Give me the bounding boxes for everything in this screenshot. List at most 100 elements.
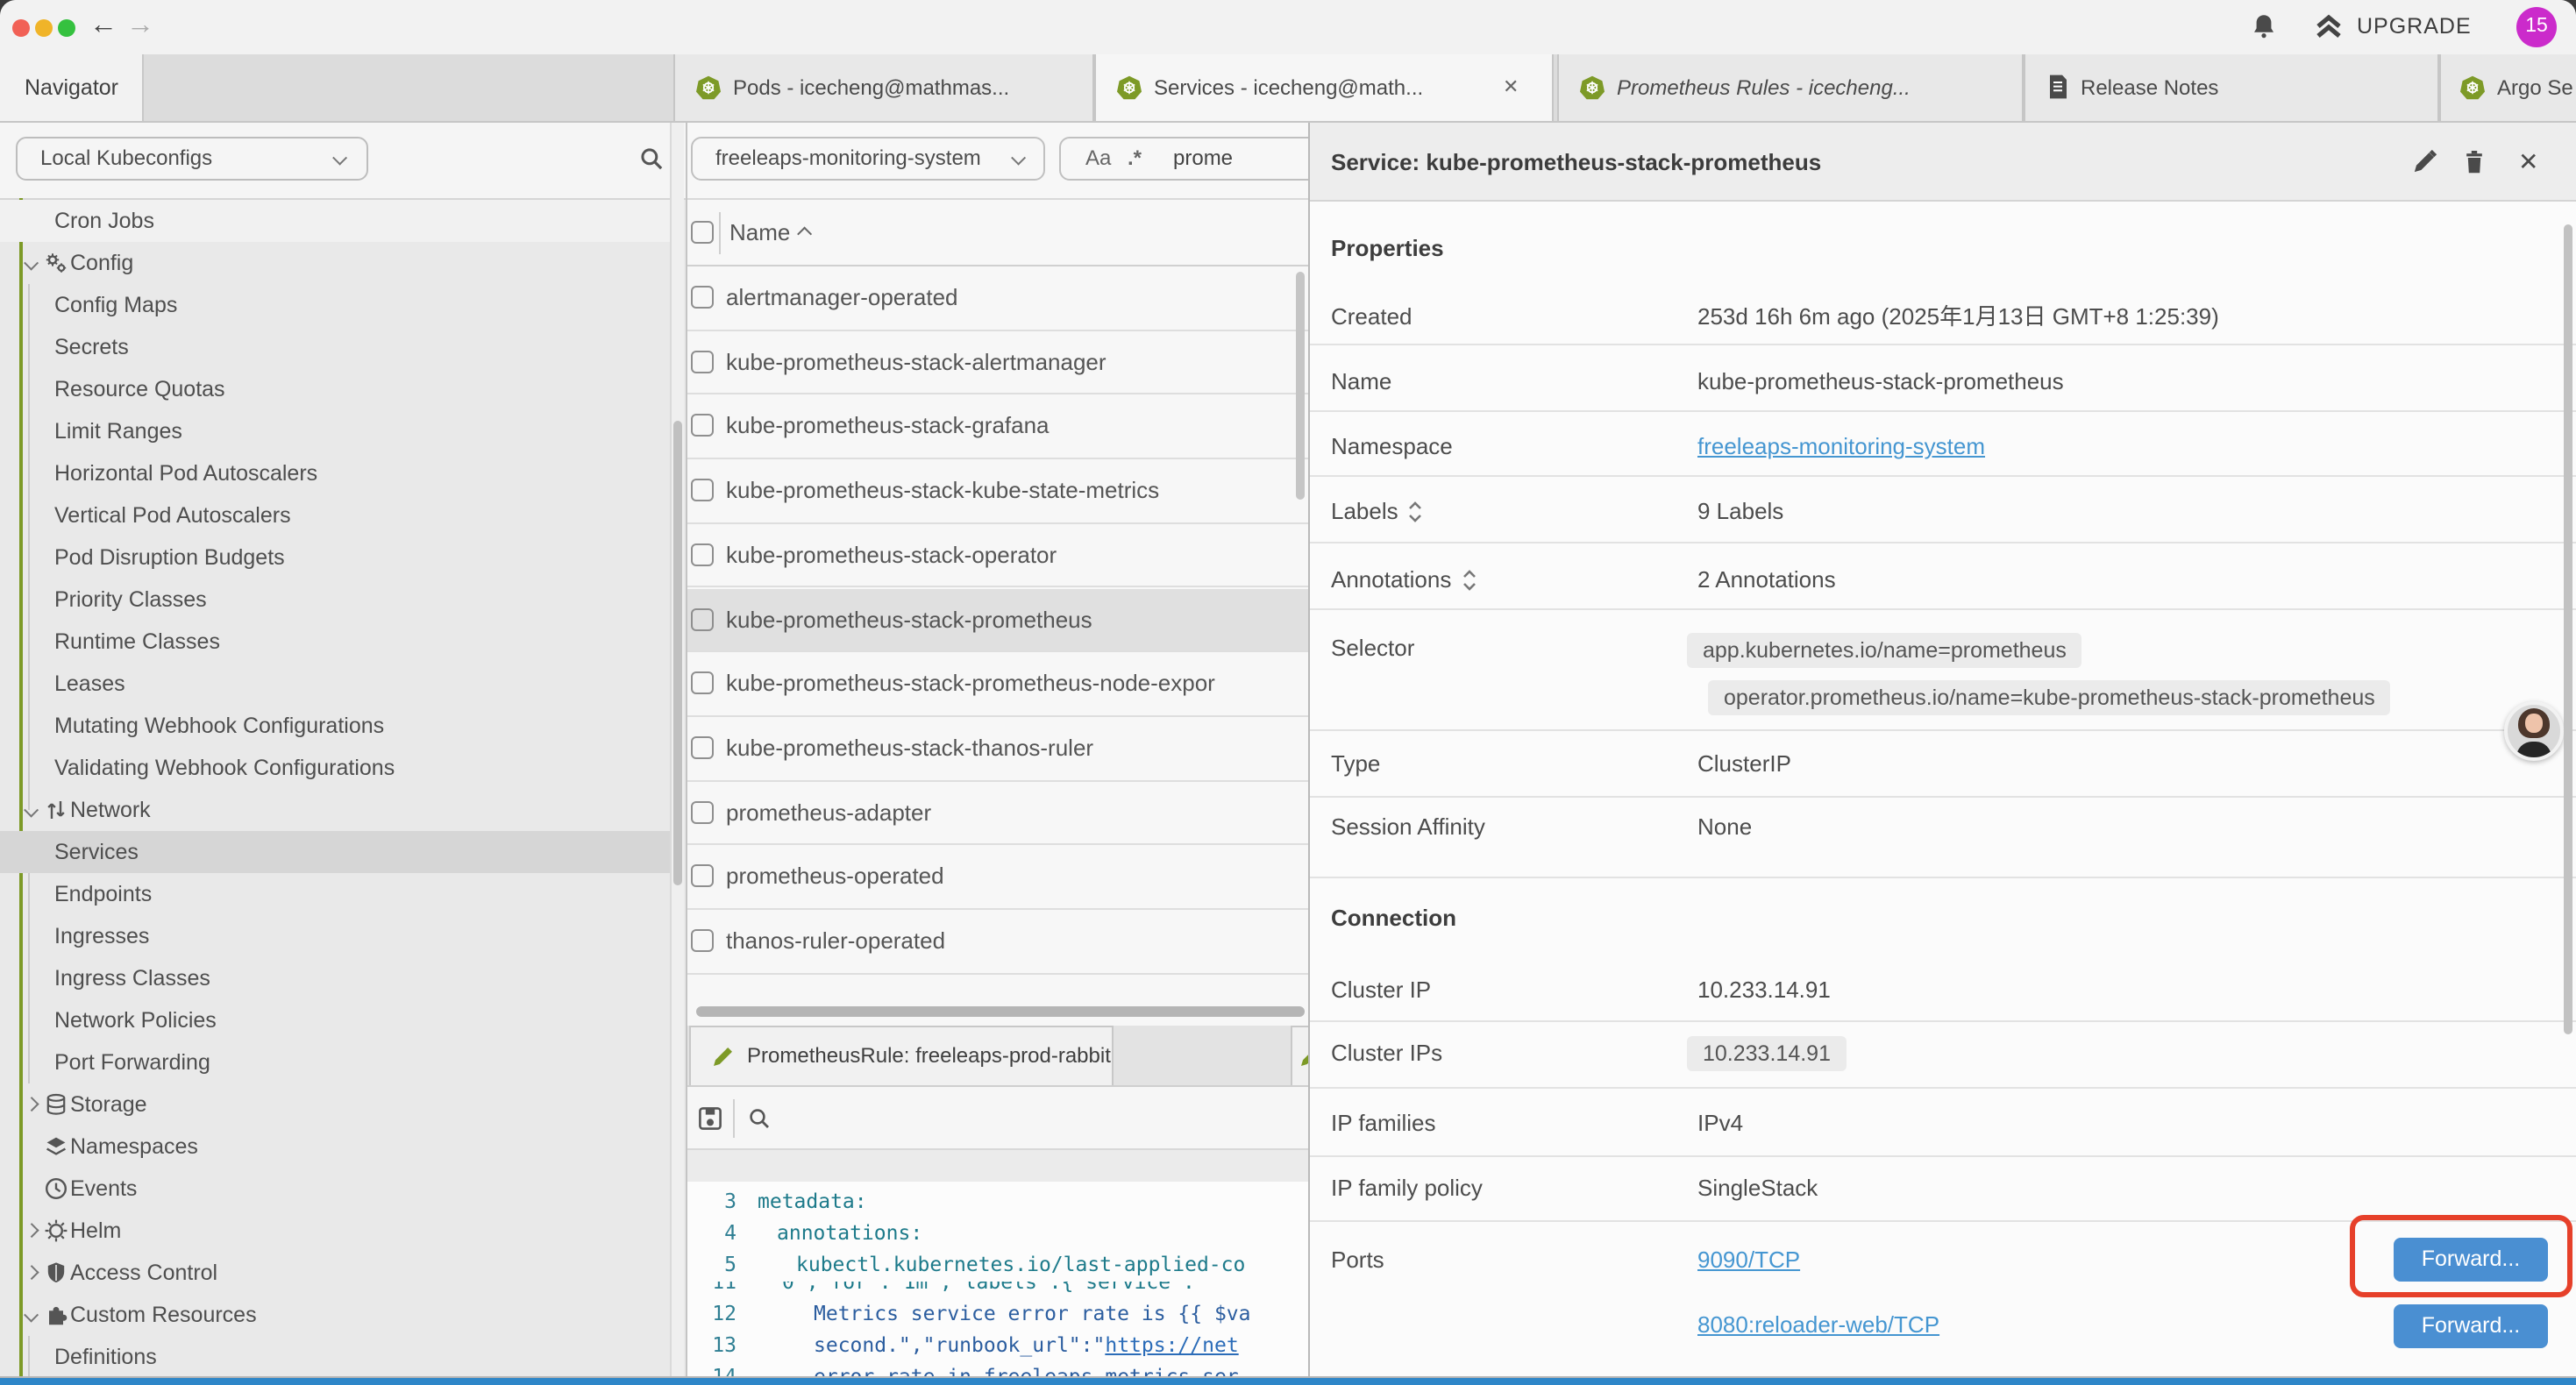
row-checkbox[interactable] bbox=[691, 671, 714, 694]
table-row[interactable]: kube-prometheus-stack-alertmanager bbox=[687, 330, 1308, 394]
sidebar-item-cron-jobs[interactable]: Cron Jobs bbox=[0, 200, 672, 242]
sidebar-item-secrets[interactable]: Secrets bbox=[0, 326, 672, 368]
save-icon[interactable] bbox=[698, 1106, 722, 1131]
edit-pencil-icon[interactable] bbox=[2411, 149, 2437, 175]
minimize-window-button[interactable] bbox=[35, 18, 53, 36]
tab-services[interactable]: Services - icecheng@math... ✕ bbox=[1094, 54, 1554, 121]
sidebar-item-limit-ranges[interactable]: Limit Ranges bbox=[0, 410, 672, 452]
row-checkbox[interactable] bbox=[691, 929, 714, 952]
row-checkbox[interactable] bbox=[691, 479, 714, 501]
sidebar-item-runtime-classes[interactable]: Runtime Classes bbox=[0, 621, 672, 663]
table-row[interactable]: prometheus-adapter bbox=[687, 781, 1308, 845]
table-row[interactable]: kube-prometheus-stack-kube-state-metrics bbox=[687, 459, 1308, 523]
search-input[interactable]: Aa .* prome bbox=[1059, 137, 1308, 181]
forward-arrow-icon[interactable]: → bbox=[126, 7, 154, 46]
sidebar-item-leases[interactable]: Leases bbox=[0, 663, 672, 705]
editor-tab-partial[interactable] bbox=[1290, 1026, 1308, 1085]
labels-value[interactable]: 9 Labels bbox=[1697, 496, 1783, 528]
namespace-link[interactable]: freeleaps-monitoring-system bbox=[1697, 431, 1985, 463]
sidebar-scrollbar-thumb[interactable] bbox=[673, 421, 682, 885]
row-checkbox[interactable] bbox=[691, 865, 714, 888]
cluster-ip-label: Cluster IP bbox=[1331, 975, 1431, 1006]
row-checkbox[interactable] bbox=[691, 736, 714, 759]
upgrade-button[interactable]: UPGRADE bbox=[2357, 14, 2472, 39]
row-checkbox[interactable] bbox=[691, 607, 714, 630]
editor-tab-prometheusrule[interactable]: PrometheusRule: freeleaps-prod-rabbitmq bbox=[689, 1026, 1114, 1085]
tab-argo[interactable]: Argo Se bbox=[2439, 54, 2576, 121]
back-arrow-icon[interactable]: ← bbox=[89, 7, 117, 46]
runbook-url-link[interactable]: https://net bbox=[1105, 1332, 1238, 1357]
sidebar-item-config-maps[interactable]: Config Maps bbox=[0, 284, 672, 326]
sidebar-item-mutating-webhook-configurations[interactable]: Mutating Webhook Configurations bbox=[0, 705, 672, 747]
sidebar-item-network-policies[interactable]: Network Policies bbox=[0, 999, 672, 1041]
sidebar-item-resource-quotas[interactable]: Resource Quotas bbox=[0, 368, 672, 410]
annotations-value[interactable]: 2 Annotations bbox=[1697, 565, 1836, 596]
namespace-filter-select[interactable]: freeleaps-monitoring-system bbox=[691, 137, 1045, 181]
sidebar-item-priority-classes[interactable]: Priority Classes bbox=[0, 579, 672, 621]
delete-trash-icon[interactable] bbox=[2462, 149, 2487, 175]
expand-updown-icon[interactable] bbox=[1461, 568, 1478, 593]
sidebar-item-services[interactable]: Services bbox=[0, 831, 672, 873]
table-scrollbar-thumb[interactable] bbox=[1296, 272, 1305, 500]
table-row[interactable]: kube-prometheus-stack-thanos-ruler bbox=[687, 717, 1308, 781]
match-case-toggle[interactable]: Aa bbox=[1085, 138, 1111, 179]
yaml-editor[interactable]: 3 metadata: 4 annotations: 5 kubectl.kub… bbox=[687, 1182, 1308, 1378]
row-checkbox[interactable] bbox=[691, 415, 714, 437]
table-row[interactable]: alertmanager-operated bbox=[687, 266, 1308, 330]
row-checkbox[interactable] bbox=[691, 543, 714, 566]
row-checkbox[interactable] bbox=[691, 286, 714, 309]
tab-prometheus-rules[interactable]: Prometheus Rules - icecheng... bbox=[1557, 54, 2023, 121]
table-row[interactable]: kube-prometheus-stack-prometheus-node-ex… bbox=[687, 652, 1308, 716]
sidebar-item-config[interactable]: Config bbox=[0, 242, 672, 284]
table-row[interactable]: prometheus-operated bbox=[687, 846, 1308, 910]
sidebar-item-vertical-pod-autoscalers[interactable]: Vertical Pod Autoscalers bbox=[0, 494, 672, 536]
sidebar-item-ingress-classes[interactable]: Ingress Classes bbox=[0, 957, 672, 999]
expand-updown-icon[interactable] bbox=[1406, 500, 1424, 524]
forward-button-8080[interactable]: Forward... bbox=[2394, 1304, 2548, 1348]
upgrade-chevrons-icon[interactable] bbox=[2315, 14, 2343, 40]
row-checkbox[interactable] bbox=[691, 800, 714, 823]
user-avatar[interactable] bbox=[2504, 701, 2564, 761]
sidebar-item-validating-webhook-configurations[interactable]: Validating Webhook Configurations bbox=[0, 747, 672, 789]
tab-release-notes[interactable]: Release Notes bbox=[2023, 54, 2439, 121]
sidebar-scrollbar[interactable] bbox=[670, 123, 684, 1378]
close-tab-icon[interactable]: ✕ bbox=[1503, 54, 1519, 121]
sidebar-item-port-forwarding[interactable]: Port Forwarding bbox=[0, 1041, 672, 1083]
sidebar-item-events[interactable]: Events bbox=[0, 1168, 672, 1210]
sort-ascending-icon[interactable] bbox=[798, 228, 812, 242]
sidebar-item-storage[interactable]: Storage bbox=[0, 1083, 672, 1126]
sidebar-item-horizontal-pod-autoscalers[interactable]: Horizontal Pod Autoscalers bbox=[0, 452, 672, 494]
drawer-scrollbar-thumb[interactable] bbox=[2564, 224, 2572, 1034]
kubeconfig-select[interactable]: Local Kubeconfigs bbox=[16, 137, 368, 181]
select-all-checkbox[interactable] bbox=[691, 221, 714, 244]
sidebar-item-ingresses[interactable]: Ingresses bbox=[0, 915, 672, 957]
sidebar-item-network[interactable]: Network bbox=[0, 789, 672, 831]
notification-count-badge[interactable]: 15 bbox=[2516, 7, 2557, 47]
name-column-header[interactable]: Name bbox=[729, 200, 790, 266]
tab-pods[interactable]: Pods - icecheng@mathmas... bbox=[673, 54, 1094, 121]
table-row[interactable]: kube-prometheus-stack-grafana bbox=[687, 395, 1308, 459]
sidebar-item-definitions[interactable]: Definitions bbox=[0, 1336, 672, 1378]
table-row[interactable]: kube-prometheus-stack-operator bbox=[687, 524, 1308, 588]
regex-toggle[interactable]: .* bbox=[1128, 138, 1142, 179]
sidebar-item-access-control[interactable]: Access Control bbox=[0, 1252, 672, 1294]
row-checkbox[interactable] bbox=[691, 350, 714, 373]
name-value: kube-prometheus-stack-prometheus bbox=[1697, 366, 2064, 398]
close-window-button[interactable] bbox=[12, 18, 30, 36]
close-drawer-icon[interactable]: ✕ bbox=[2518, 123, 2538, 202]
sidebar-item-custom-resources[interactable]: Custom Resources bbox=[0, 1294, 672, 1336]
sidebar-item-namespaces[interactable]: Namespaces bbox=[0, 1126, 672, 1168]
sidebar-search-icon[interactable] bbox=[638, 146, 665, 172]
table-horizontal-scrollbar[interactable] bbox=[696, 1005, 1305, 1016]
table-row[interactable]: thanos-ruler-operated bbox=[687, 910, 1308, 974]
maximize-window-button[interactable] bbox=[58, 18, 75, 36]
notifications-bell-icon[interactable] bbox=[2250, 12, 2278, 42]
sidebar-item-pod-disruption-budgets[interactable]: Pod Disruption Budgets bbox=[0, 536, 672, 579]
tab-navigator[interactable]: Navigator bbox=[0, 54, 144, 121]
port-link-9090[interactable]: 9090/TCP bbox=[1697, 1245, 1800, 1276]
sidebar-item-endpoints[interactable]: Endpoints bbox=[0, 873, 672, 915]
sidebar-item-helm[interactable]: Helm bbox=[0, 1210, 672, 1252]
port-link-8080[interactable]: 8080:reloader-web/TCP bbox=[1697, 1310, 1939, 1341]
table-row-selected[interactable]: kube-prometheus-stack-prometheus bbox=[687, 588, 1308, 652]
editor-search-icon[interactable] bbox=[747, 1106, 772, 1131]
